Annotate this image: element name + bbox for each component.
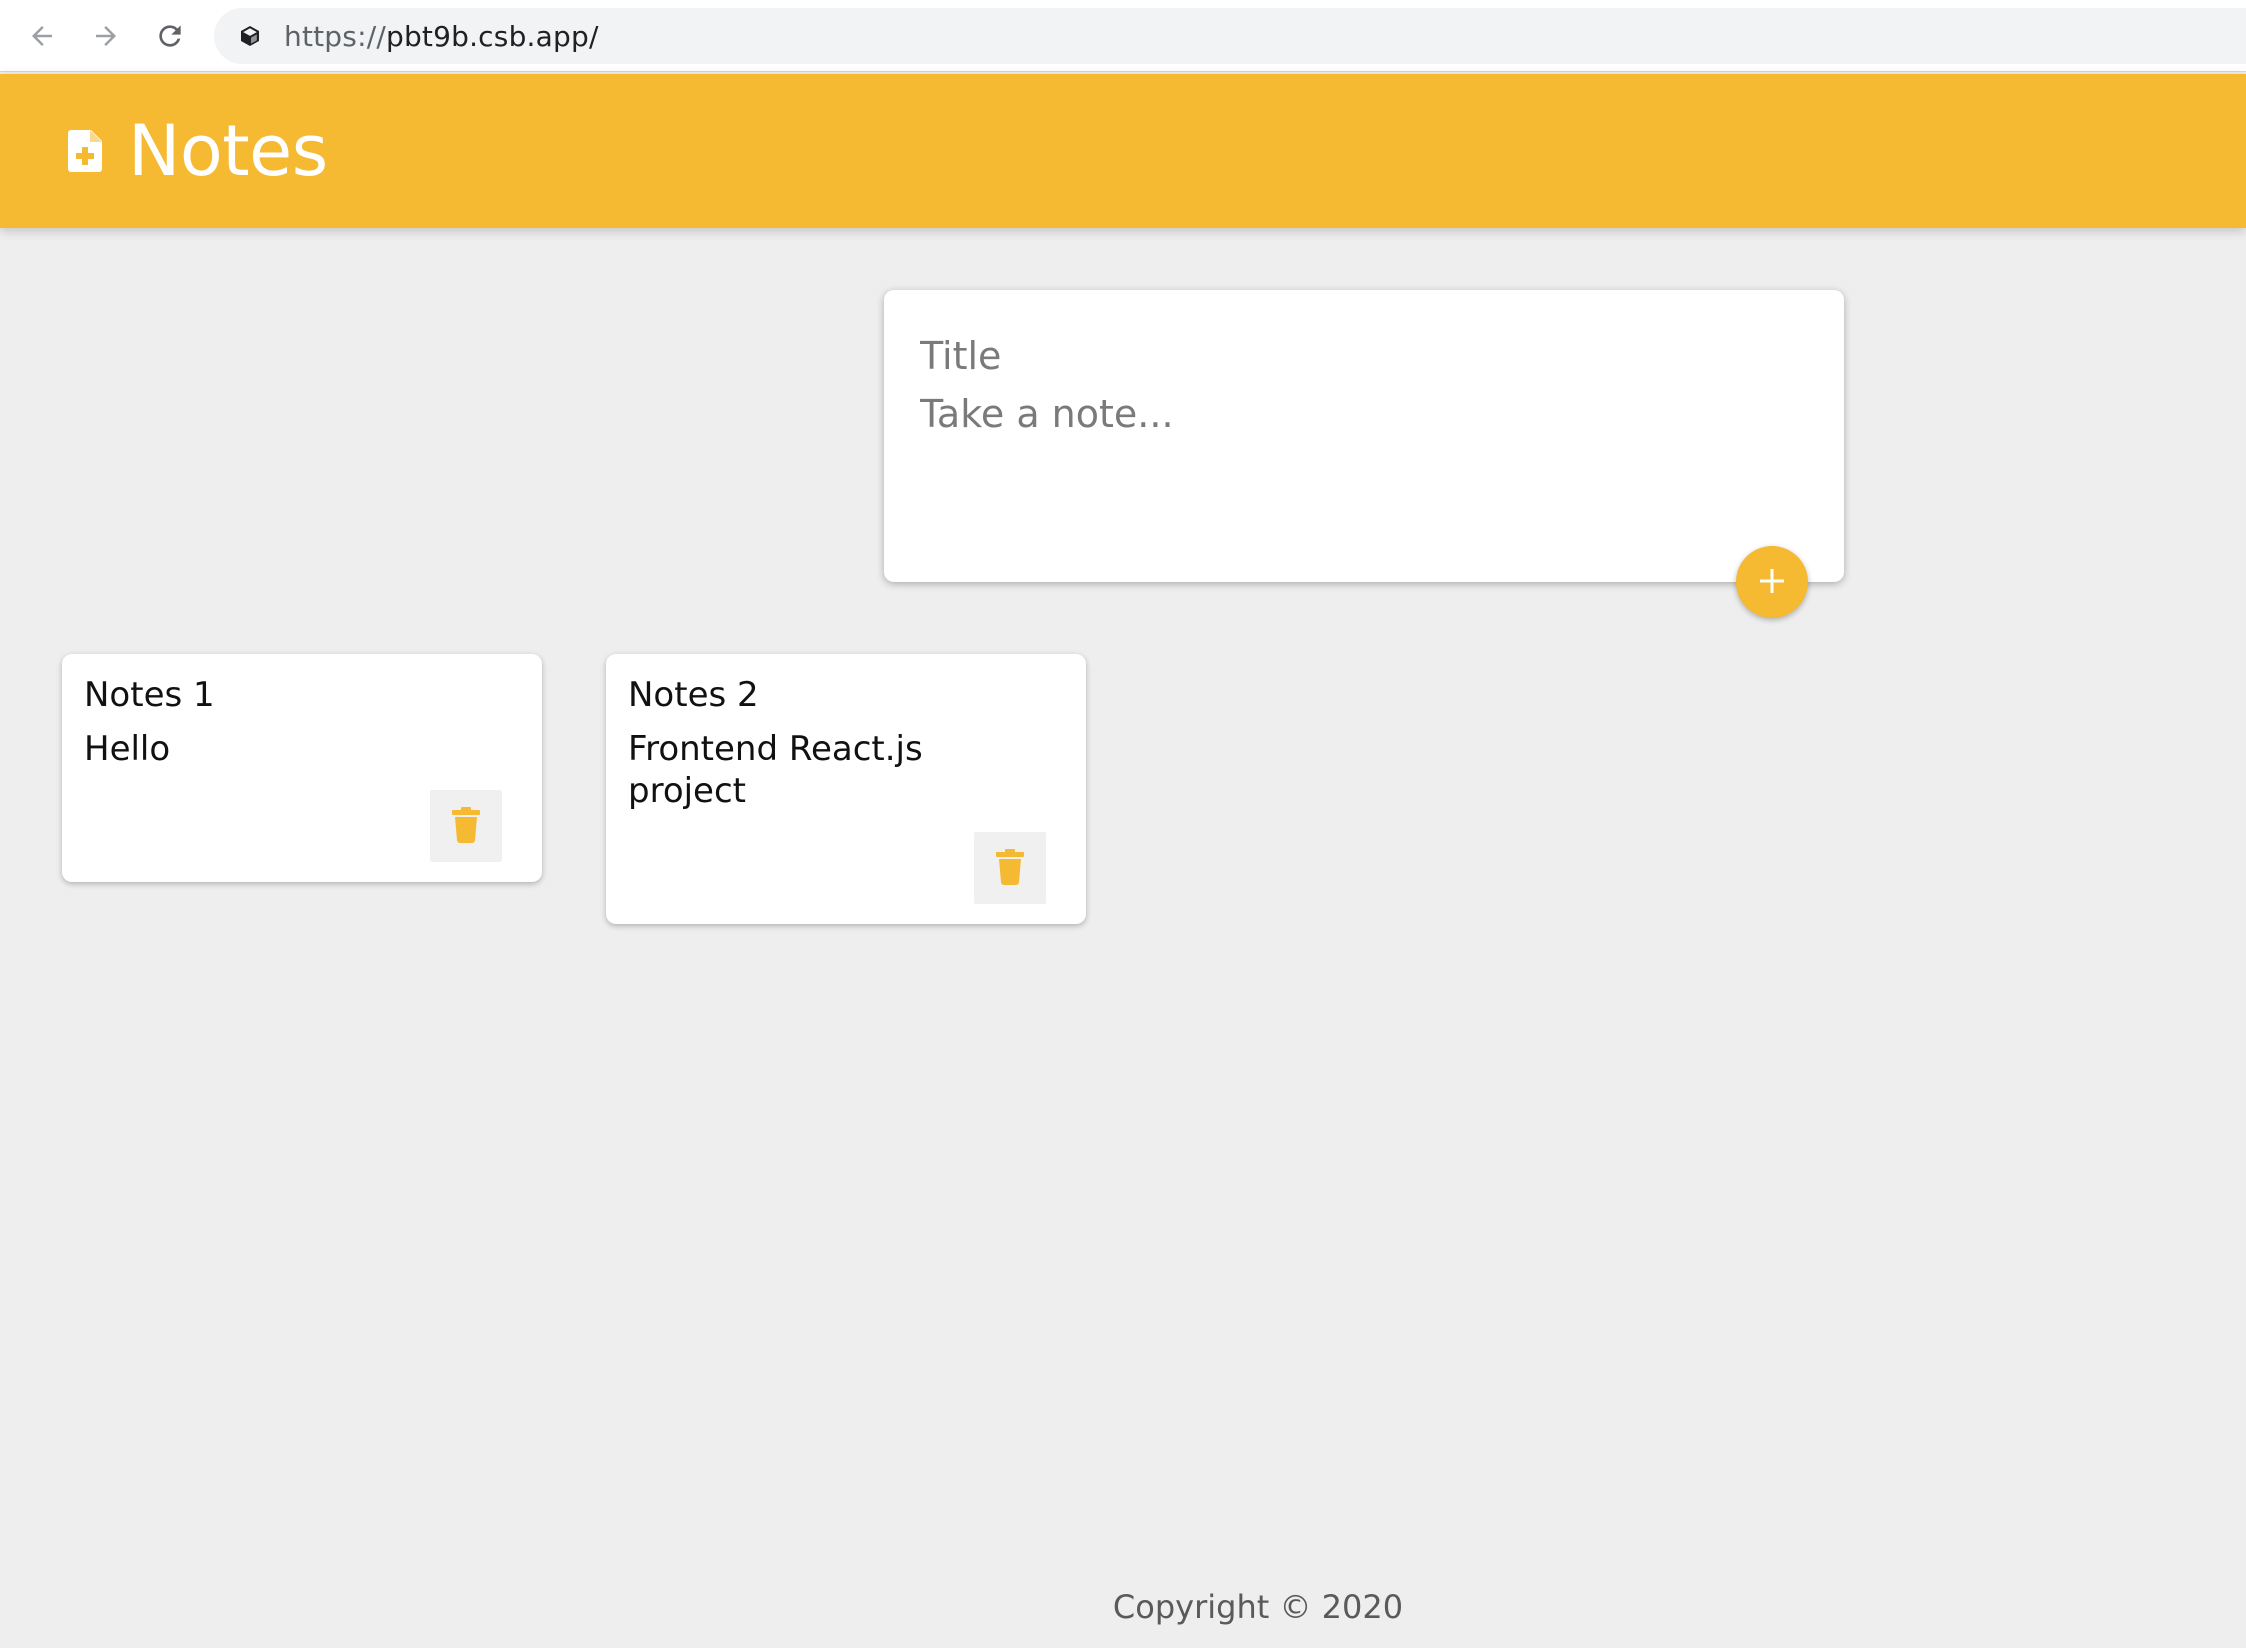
note-add-icon — [68, 129, 104, 173]
trash-icon — [996, 848, 1024, 888]
url-text: https://pbt9b.csb.app/ — [284, 20, 599, 53]
reload-button[interactable] — [148, 14, 192, 58]
url-host: pbt9b.csb.app/ — [385, 19, 599, 53]
note-title: Notes 1 — [84, 675, 215, 715]
delete-note-button[interactable] — [430, 790, 502, 862]
url-scheme: https:// — [284, 19, 386, 53]
arrow-right-icon — [91, 21, 121, 51]
browser-toolbar: https://pbt9b.csb.app/ — [0, 0, 2246, 72]
add-note-button[interactable] — [1736, 546, 1808, 618]
note-card: Notes 1 Hello — [62, 654, 542, 882]
note-content: Hello — [84, 729, 171, 769]
trash-icon — [452, 806, 480, 846]
note-content-input[interactable] — [920, 392, 1800, 542]
footer: Copyright © 2020 — [0, 1588, 2246, 1626]
delete-note-button[interactable] — [974, 832, 1046, 904]
app-header: Notes — [0, 74, 2246, 228]
copyright-text: Copyright © 2020 — [1112, 1588, 1404, 1626]
create-note-form — [884, 290, 1844, 582]
plus-icon — [1754, 563, 1790, 602]
note-content: Frontend React.js project — [628, 729, 923, 811]
forward-button[interactable] — [84, 14, 128, 58]
reload-icon — [154, 20, 186, 52]
note-title: Notes 2 — [628, 675, 759, 715]
codesandbox-icon — [236, 22, 264, 50]
address-bar[interactable]: https://pbt9b.csb.app/ — [214, 8, 2246, 64]
app-title: Notes — [128, 110, 328, 192]
note-title-input[interactable] — [920, 328, 1800, 384]
arrow-left-icon — [27, 21, 57, 51]
back-button[interactable] — [20, 14, 64, 58]
note-card: Notes 2 Frontend React.js project — [606, 654, 1086, 924]
